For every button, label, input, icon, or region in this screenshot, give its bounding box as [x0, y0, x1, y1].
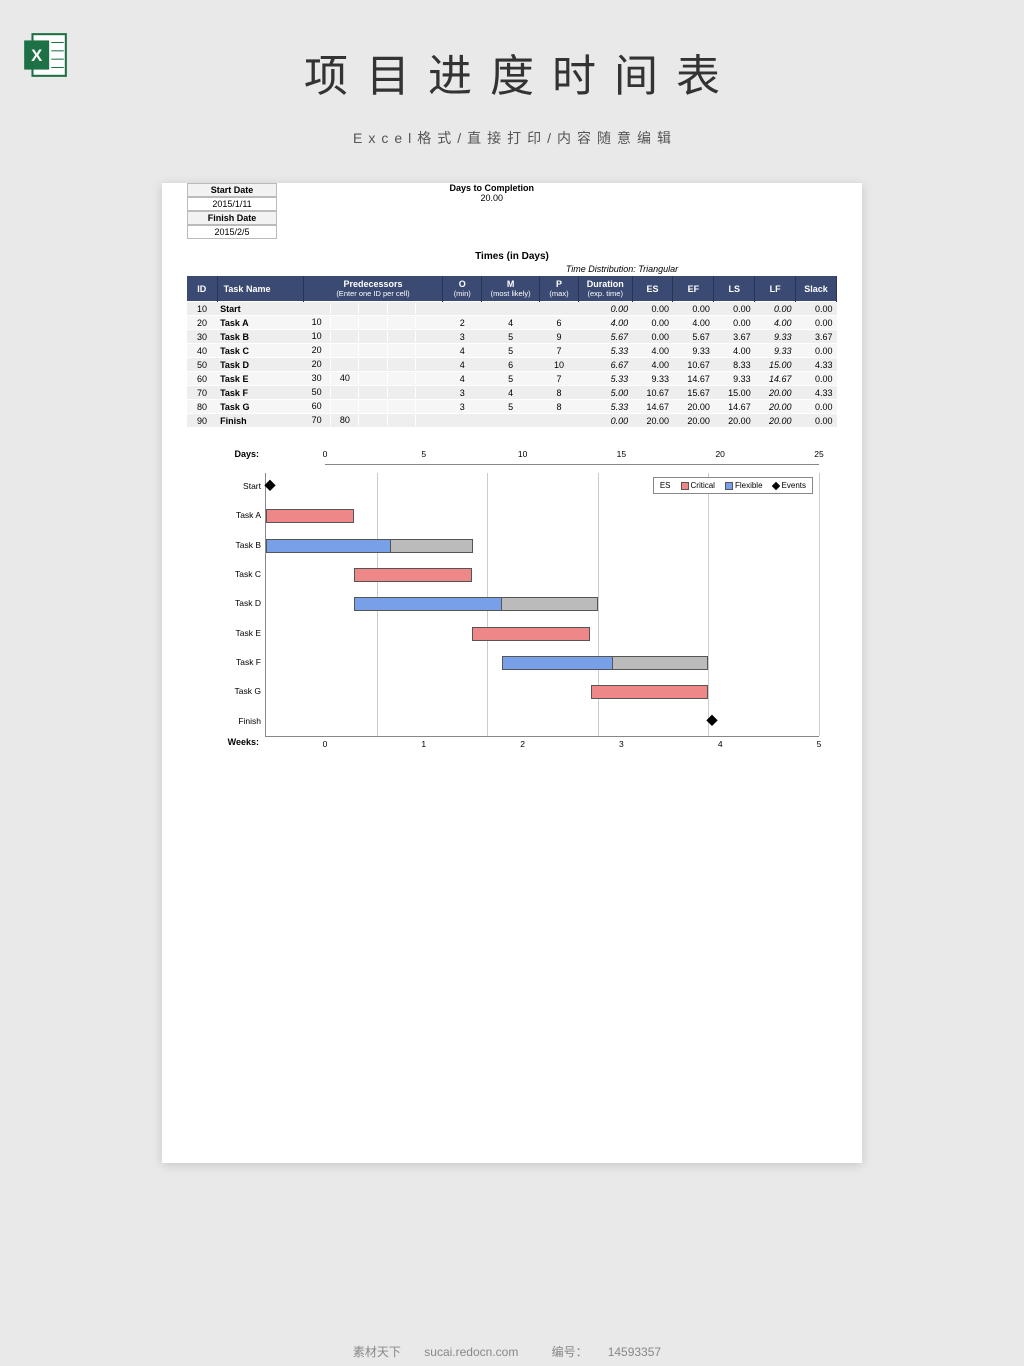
footer-site: sucai.redocn.com	[424, 1345, 518, 1359]
gantt-row: Task A	[266, 506, 819, 535]
col-dur: Duration(exp. time)	[578, 276, 632, 302]
table-row[interactable]: 50Task D2046106.674.0010.678.3315.004.33	[187, 358, 837, 372]
col-pred: Predecessors(Enter one ID per cell)	[303, 276, 443, 302]
gantt-plot: StartTask ATask BTask CTask DTask ETask …	[265, 473, 819, 737]
page-title: 项目进度时间表	[0, 0, 1024, 104]
table-row[interactable]: 70Task F503485.0010.6715.6715.0020.004.3…	[187, 386, 837, 400]
times-header: Times (in Days)	[187, 251, 837, 262]
weeks-axis: 012345	[325, 739, 819, 755]
gantt-row: Task G	[266, 682, 819, 711]
col-p: P(max)	[540, 276, 579, 302]
table-row[interactable]: 90Finish70800.0020.0020.0020.0020.000.00	[187, 414, 837, 428]
table-row[interactable]: 60Task E30404575.339.3314.679.3314.670.0…	[187, 372, 837, 386]
col-id: ID	[187, 276, 217, 302]
gantt-row: Task E	[266, 624, 819, 653]
gantt-row: Task C	[266, 565, 819, 594]
gantt-row: Task F	[266, 653, 819, 682]
col-slack: Slack	[796, 276, 837, 302]
dist-row: Time Distribution: Triangular	[187, 264, 837, 274]
task-bar	[502, 656, 613, 670]
weeks-axis-label: Weeks:	[205, 737, 265, 755]
page-subtitle: Excel格式/直接打印/内容随意编辑	[0, 128, 1024, 148]
task-bar	[354, 597, 502, 611]
task-bar	[266, 539, 391, 553]
gantt-row: Finish	[266, 712, 819, 741]
event-marker	[264, 480, 275, 491]
start-date-value[interactable]: 2015/1/11	[187, 197, 277, 211]
days-axis-label: Days:	[205, 449, 265, 465]
table-row[interactable]: 20Task A102464.000.004.000.004.000.00	[187, 316, 837, 330]
col-lf: LF	[755, 276, 796, 302]
excel-icon: X	[20, 30, 70, 80]
slack-bar	[502, 597, 598, 611]
legend: ESCriticalFlexibleEvents	[653, 477, 813, 494]
col-es: ES	[632, 276, 673, 302]
col-ef: EF	[673, 276, 714, 302]
gantt-row: Task B	[266, 536, 819, 565]
days-completion-label: Days to Completion	[450, 183, 535, 193]
dist-value: Triangular	[638, 264, 678, 274]
table-row[interactable]: 80Task G603585.3314.6720.0014.6720.000.0…	[187, 400, 837, 414]
col-m: M(most likely)	[482, 276, 540, 302]
slack-bar	[613, 656, 709, 670]
task-table: ID Task Name Predecessors(Enter one ID p…	[187, 276, 837, 427]
footer-code: 14593357	[608, 1345, 661, 1359]
task-bar	[591, 685, 709, 699]
finish-date-label: Finish Date	[187, 211, 277, 225]
svg-text:X: X	[31, 46, 42, 65]
col-ls: LS	[714, 276, 755, 302]
start-date-label: Start Date	[187, 183, 277, 197]
table-row[interactable]: 30Task B103595.670.005.673.679.333.67	[187, 330, 837, 344]
table-row[interactable]: 10Start0.000.000.000.000.000.00	[187, 302, 837, 316]
gantt-row: Task D	[266, 594, 819, 623]
slack-bar	[391, 539, 472, 553]
task-bar	[266, 509, 354, 523]
dist-label: Time Distribution:	[566, 264, 636, 274]
gantt-chart: Days: 0510152025 StartTask ATask BTask C…	[187, 449, 837, 755]
col-task: Task Name	[217, 276, 303, 302]
footer-site-label: 素材天下	[353, 1345, 401, 1359]
col-o: O(min)	[443, 276, 482, 302]
task-bar	[354, 568, 472, 582]
table-row[interactable]: 40Task C204575.334.009.334.009.330.00	[187, 344, 837, 358]
footer: 素材天下 sucai.redocn.com 编号： 14593357	[0, 1343, 1024, 1360]
finish-date-value[interactable]: 2015/2/5	[187, 225, 277, 239]
task-bar	[472, 627, 590, 641]
days-completion-value: 20.00	[450, 193, 535, 203]
event-marker	[707, 714, 718, 725]
days-axis: 0510152025	[325, 449, 819, 465]
footer-code-label: 编号：	[552, 1345, 588, 1359]
